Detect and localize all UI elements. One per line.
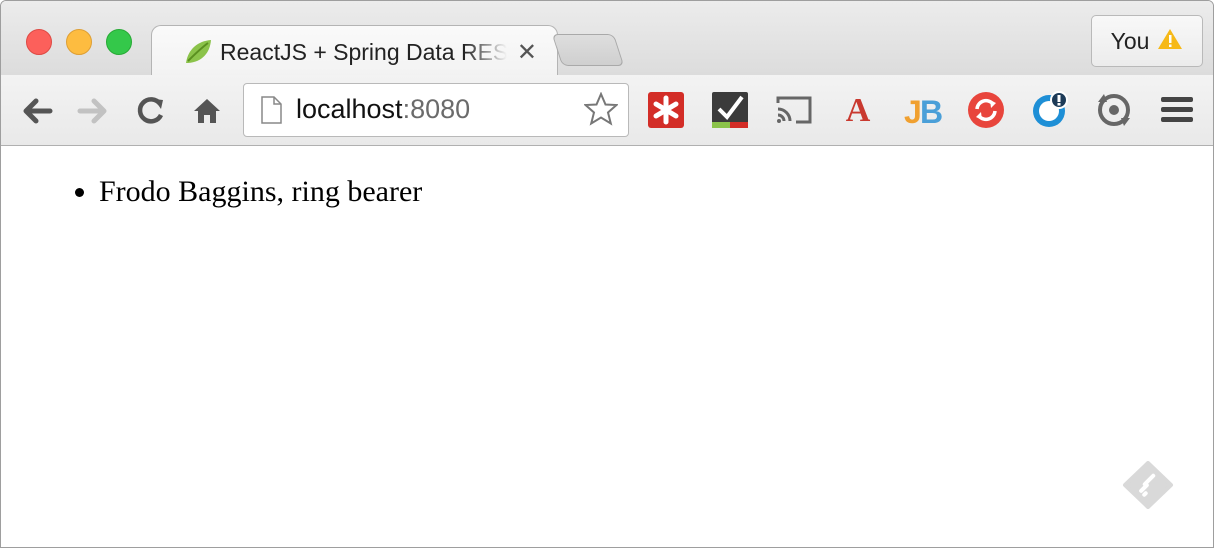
maximize-window-button[interactable] bbox=[106, 29, 132, 55]
new-tab-button[interactable] bbox=[551, 34, 625, 66]
page-icon bbox=[260, 96, 282, 129]
close-window-button[interactable] bbox=[26, 29, 52, 55]
svg-text:B: B bbox=[920, 94, 942, 128]
url-text[interactable]: localhost:8080 bbox=[296, 94, 470, 125]
dictionary-a-icon[interactable]: A bbox=[837, 89, 879, 131]
menu-button[interactable] bbox=[1161, 97, 1193, 127]
jb-icon[interactable]: J B bbox=[901, 89, 943, 131]
title-bar: ReactJS + Spring Data REST ✕ You bbox=[1, 1, 1213, 78]
tab-title: ReactJS + Spring Data REST bbox=[220, 38, 507, 65]
bookmark-star-icon[interactable] bbox=[582, 91, 620, 131]
reload-button[interactable] bbox=[131, 91, 171, 131]
address-bar[interactable]: localhost:8080 bbox=[243, 83, 629, 137]
tab-close-icon[interactable]: ✕ bbox=[517, 38, 537, 67]
home-button[interactable] bbox=[187, 91, 227, 131]
timer-icon[interactable] bbox=[1029, 89, 1071, 131]
history-icon[interactable] bbox=[1093, 89, 1135, 131]
employee-list: Frodo Baggins, ring bearer bbox=[99, 175, 422, 209]
back-icon bbox=[23, 98, 53, 124]
url-host: localhost bbox=[296, 94, 403, 124]
forward-button[interactable] bbox=[73, 91, 113, 131]
list-item: Frodo Baggins, ring bearer bbox=[99, 175, 422, 209]
back-button[interactable] bbox=[17, 91, 57, 131]
url-port: :8080 bbox=[402, 94, 471, 124]
minimize-window-button[interactable] bbox=[66, 29, 92, 55]
tab-active[interactable]: ReactJS + Spring Data REST ✕ bbox=[151, 25, 558, 78]
cast-icon[interactable] bbox=[773, 89, 815, 131]
hamburger-icon bbox=[1161, 97, 1193, 102]
toolbar: localhost:8080 A J B bbox=[1, 75, 1213, 146]
lastpass-icon[interactable] bbox=[645, 89, 687, 131]
page-content: Frodo Baggins, ring bearer bbox=[1, 147, 1213, 547]
warning-icon bbox=[1157, 28, 1183, 55]
todo-check-icon[interactable] bbox=[709, 89, 751, 131]
sync-refresh-icon[interactable] bbox=[965, 89, 1007, 131]
forward-icon bbox=[77, 98, 107, 124]
profile-button[interactable]: You bbox=[1091, 15, 1203, 67]
browser-window: ReactJS + Spring Data REST ✕ You localho… bbox=[0, 0, 1214, 548]
reload-icon bbox=[137, 97, 164, 124]
svg-text:A: A bbox=[846, 92, 871, 128]
home-icon bbox=[194, 99, 220, 123]
spring-leaf-icon bbox=[182, 37, 214, 67]
profile-label: You bbox=[1110, 27, 1150, 54]
feedly-icon[interactable] bbox=[1121, 461, 1175, 514]
